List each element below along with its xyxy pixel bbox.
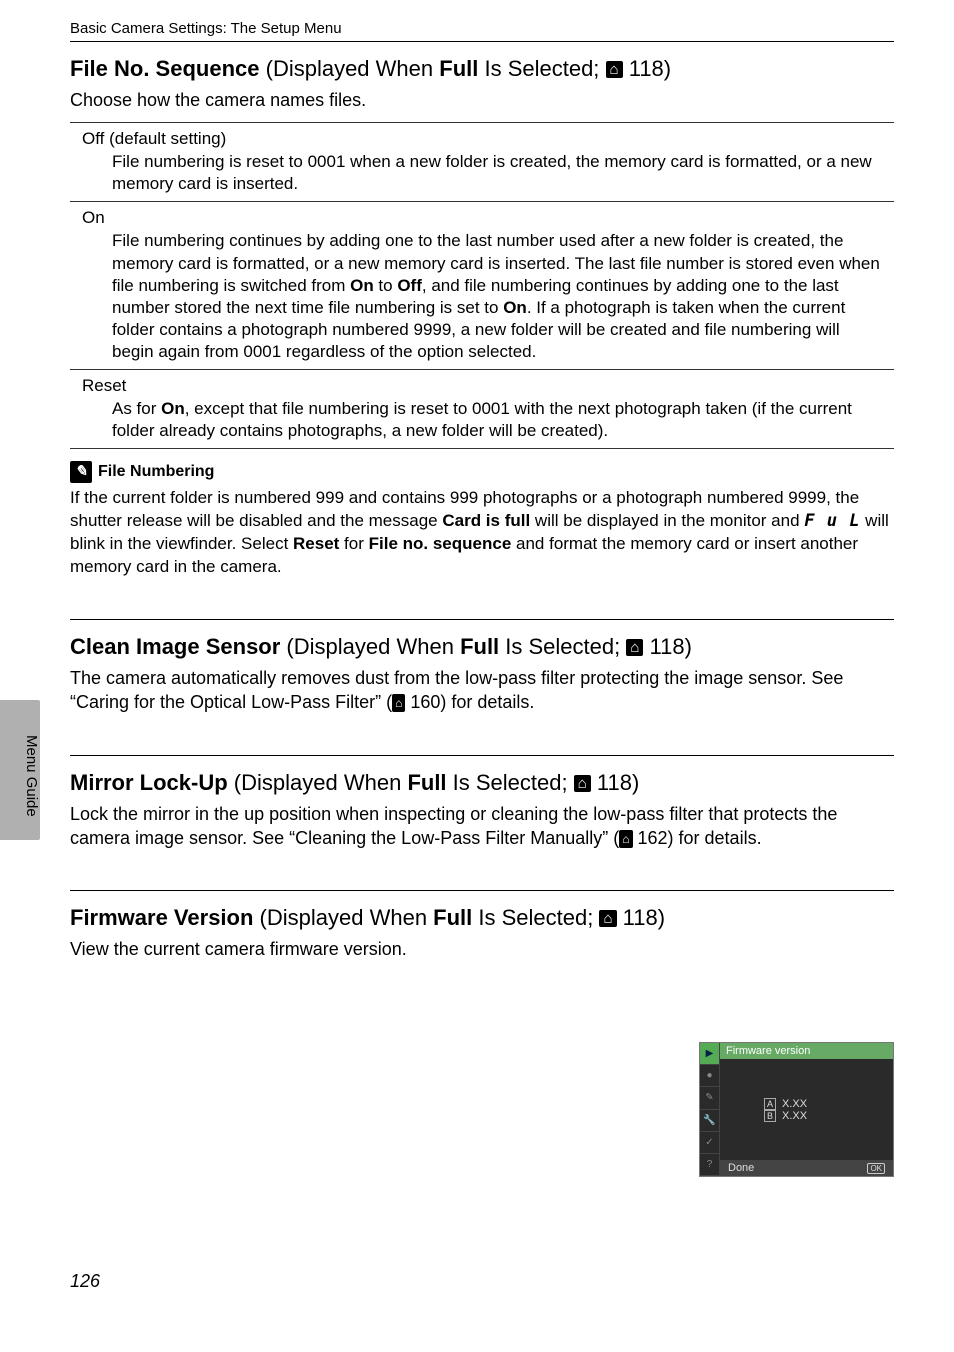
heading-full: Full — [433, 905, 472, 930]
heading-bold: Firmware Version — [70, 905, 253, 930]
option-row-off: Off (default setting) File numbering is … — [70, 123, 894, 202]
page-ref-icon: ⌂ — [392, 694, 405, 712]
note-body: If the current folder is numbered 999 an… — [70, 487, 894, 579]
file-no-sequence-heading: File No. Sequence (Displayed When Full I… — [70, 56, 894, 82]
fw-line-b: B X.XX — [764, 1110, 893, 1122]
page-ref: 118) — [643, 634, 692, 659]
page-ref: 118) — [591, 770, 640, 795]
heading-text: (Displayed When — [260, 56, 440, 81]
mirror-lock-up-heading: Mirror Lock-Up (Displayed When Full Is S… — [70, 770, 894, 796]
firmware-version-desc: View the current camera firmware version… — [70, 937, 590, 961]
text: 160) for details. — [405, 692, 534, 712]
page-ref-icon: ⌂ — [626, 639, 643, 656]
retouch-icon: ✓ — [700, 1132, 719, 1154]
fw-body: A X.XX B X.XX — [720, 1059, 893, 1160]
text: 162) for details. — [633, 828, 762, 848]
play-icon: ▶ — [700, 1043, 719, 1065]
side-tab: Menu Guide — [0, 700, 40, 840]
heading-bold: Clean Image Sensor — [70, 634, 280, 659]
help-icon: ? — [700, 1154, 719, 1176]
letter-a-icon: A — [764, 1098, 776, 1110]
option-label: Reset — [70, 370, 894, 398]
page-ref-icon: ⌂ — [606, 61, 623, 78]
option-table: Off (default setting) File numbering is … — [70, 122, 894, 449]
page-ref-icon: ⌂ — [599, 910, 616, 927]
bold-text: File no. sequence — [369, 534, 512, 553]
heading-text2: Is Selected; — [472, 905, 599, 930]
clean-image-sensor-desc: The camera automatically removes dust fr… — [70, 666, 894, 715]
text: for — [339, 534, 368, 553]
heading-text2: Is Selected; — [478, 56, 605, 81]
text: to — [374, 276, 398, 295]
option-row-reset: Reset As for On, except that file number… — [70, 370, 894, 449]
page-number: 126 — [70, 1271, 100, 1292]
mirror-lock-up-desc: Lock the mirror in the up position when … — [70, 802, 894, 851]
heading-text: (Displayed When — [228, 770, 408, 795]
fw-title: Firmware version — [720, 1043, 893, 1059]
letter-b-icon: B — [764, 1110, 776, 1122]
done-label: Done — [728, 1162, 754, 1174]
option-row-on: On File numbering continues by adding on… — [70, 202, 894, 370]
option-body: File numbering continues by adding one t… — [70, 230, 894, 369]
heading-text: (Displayed When — [280, 634, 460, 659]
bold-text: Card is full — [442, 511, 530, 530]
heading-full: Full — [460, 634, 499, 659]
bold-text: Off — [397, 276, 422, 295]
heading-full: Full — [439, 56, 478, 81]
bold-text: On — [503, 298, 527, 317]
option-body: As for On, except that file numbering is… — [70, 398, 894, 448]
divider — [70, 755, 894, 756]
heading-text2: Is Selected; — [499, 634, 626, 659]
page-ref-icon: ⌂ — [619, 830, 632, 848]
heading-text2: Is Selected; — [447, 770, 574, 795]
bold-text: On — [350, 276, 374, 295]
file-numbering-note: ✎ File Numbering If the current folder i… — [70, 461, 894, 579]
heading-bold: Mirror Lock-Up — [70, 770, 228, 795]
option-label: On — [70, 202, 894, 230]
menu-icon-strip: ▶ ● ✎ 🔧 ✓ ? — [700, 1043, 720, 1176]
clean-image-sensor-heading: Clean Image Sensor (Displayed When Full … — [70, 634, 894, 660]
text: , except that file numbering is reset to… — [112, 399, 852, 440]
fw-done-bar: Done OK — [720, 1160, 893, 1176]
page-ref: 118) — [617, 905, 666, 930]
fw-line-a: A X.XX — [764, 1098, 893, 1110]
option-body: File numbering is reset to 0001 when a n… — [70, 151, 894, 201]
page-ref: 118) — [623, 56, 672, 81]
page-section-header: Basic Camera Settings: The Setup Menu — [70, 20, 894, 42]
pencil-icon: ✎ — [700, 1087, 719, 1109]
camera-icon: ● — [700, 1065, 719, 1087]
page-ref-icon: ⌂ — [574, 775, 591, 792]
ok-icon: OK — [867, 1163, 885, 1174]
heading-full: Full — [407, 770, 446, 795]
bold-text: On — [161, 399, 185, 418]
heading-text: (Displayed When — [253, 905, 433, 930]
pencil-icon: ✎ — [70, 461, 92, 483]
fw-version-a: X.XX — [782, 1098, 807, 1110]
text: As for — [112, 399, 161, 418]
file-no-sequence-desc: Choose how the camera names files. — [70, 88, 894, 112]
note-title: File Numbering — [98, 463, 214, 481]
firmware-version-heading: Firmware Version (Displayed When Full Is… — [70, 905, 894, 931]
bold-text: Reset — [293, 534, 339, 553]
text: will be displayed in the monitor and — [530, 511, 804, 530]
fw-version-b: X.XX — [782, 1110, 807, 1122]
option-label: Off (default setting) — [70, 123, 894, 151]
firmware-panel: Firmware version A X.XX B X.XX Done OK — [720, 1043, 893, 1176]
divider — [70, 890, 894, 891]
firmware-screen-illustration: ▶ ● ✎ 🔧 ✓ ? Firmware version A X.XX B X.XX… — [699, 1042, 894, 1177]
heading-bold: File No. Sequence — [70, 56, 260, 81]
note-heading: ✎ File Numbering — [70, 461, 894, 483]
setup-icon: 🔧 — [700, 1110, 719, 1132]
ful-icon: F u L — [804, 511, 860, 531]
divider — [70, 619, 894, 620]
